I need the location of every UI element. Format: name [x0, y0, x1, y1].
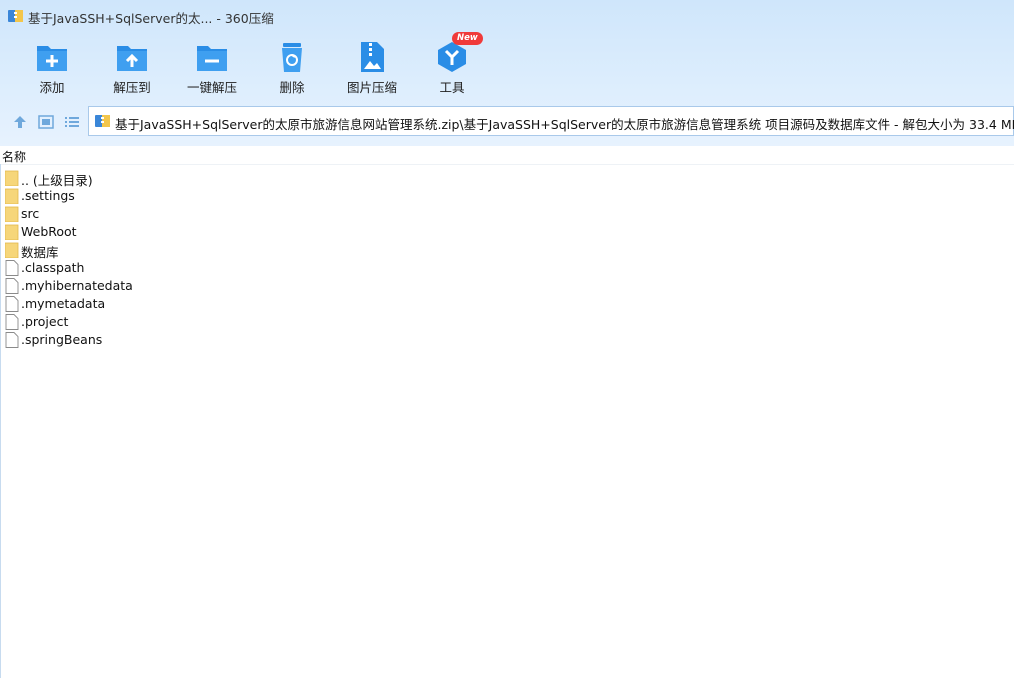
- column-header-name[interactable]: 名称: [0, 146, 1014, 165]
- file-icon: [5, 278, 19, 294]
- file-icon: [5, 332, 19, 348]
- file-list: .. (上级目录) .settings src WebRoot 数据库 .cla…: [0, 169, 1014, 349]
- list-item[interactable]: WebRoot: [0, 223, 300, 241]
- toolbar: 添加 解压到 一键解压 删除 图片压缩 工具: [0, 36, 560, 98]
- item-name: .classpath: [21, 260, 85, 275]
- list-item[interactable]: .springBeans: [0, 331, 300, 349]
- extract-to-icon: [117, 46, 147, 71]
- folder-icon: [5, 224, 19, 240]
- address-bar[interactable]: 基于JavaSSH+SqlServer的太原市旅游信息网站管理系统.zip\基于…: [88, 106, 1014, 136]
- list-item[interactable]: 数据库: [0, 241, 300, 260]
- list-item-parent-directory[interactable]: .. (上级目录): [0, 169, 300, 188]
- file-icon: [5, 314, 19, 330]
- extract-to-label: 解压到: [113, 80, 151, 95]
- column-header-label: 名称: [2, 150, 27, 164]
- tools-label: 工具: [439, 80, 465, 95]
- list-item[interactable]: .settings: [0, 187, 300, 205]
- list-item[interactable]: src: [0, 205, 300, 223]
- address-path: 基于JavaSSH+SqlServer的太原市旅游信息网站管理系统.zip\基于…: [115, 117, 1014, 132]
- item-name: .project: [21, 314, 69, 329]
- tools-icon: [438, 42, 466, 72]
- delete-label: 删除: [279, 80, 305, 95]
- item-name: WebRoot: [21, 224, 77, 239]
- image-compress-button[interactable]: 图片压缩: [332, 36, 412, 98]
- thumbnail-view-icon[interactable]: [37, 113, 55, 131]
- folder-icon: [5, 170, 19, 186]
- item-name: src: [21, 206, 40, 221]
- folder-icon: [5, 206, 19, 222]
- up-arrow-icon[interactable]: [11, 113, 29, 131]
- item-name: .springBeans: [21, 332, 103, 347]
- list-item[interactable]: .project: [0, 313, 300, 331]
- list-item[interactable]: .myhibernatedata: [0, 277, 300, 295]
- list-item[interactable]: .mymetadata: [0, 295, 300, 313]
- folder-icon: [5, 188, 19, 204]
- item-name: .mymetadata: [21, 296, 106, 311]
- add-label: 添加: [39, 80, 65, 95]
- title-bar: 基于JavaSSH+SqlServer的太... - 360压缩: [0, 0, 1014, 32]
- one-click-extract-label: 一键解压: [186, 80, 237, 95]
- zip-file-icon: [95, 115, 110, 127]
- one-click-extract-icon: [197, 46, 227, 71]
- list-item[interactable]: .classpath: [0, 259, 300, 277]
- add-button[interactable]: 添加: [12, 36, 92, 98]
- window-title: 基于JavaSSH+SqlServer的太... - 360压缩: [28, 11, 274, 26]
- navigation-row: 基于JavaSSH+SqlServer的太原市旅游信息网站管理系统.zip\基于…: [0, 106, 1014, 138]
- file-icon: [5, 296, 19, 312]
- folder-icon: [5, 242, 19, 258]
- one-click-extract-button[interactable]: 一键解压: [172, 36, 252, 98]
- item-name: .settings: [21, 188, 75, 203]
- image-compress-icon: [361, 42, 384, 72]
- delete-icon: [282, 43, 302, 72]
- delete-button[interactable]: 删除: [252, 36, 332, 98]
- new-badge: New: [452, 32, 483, 45]
- tools-button[interactable]: 工具: [412, 36, 492, 98]
- item-name: .myhibernatedata: [21, 278, 133, 293]
- app-logo-icon: [8, 10, 23, 22]
- file-icon: [5, 260, 19, 276]
- extract-to-button[interactable]: 解压到: [92, 36, 172, 98]
- add-icon: [37, 46, 67, 71]
- list-view-icon[interactable]: [63, 113, 81, 131]
- image-compress-label: 图片压缩: [346, 80, 397, 95]
